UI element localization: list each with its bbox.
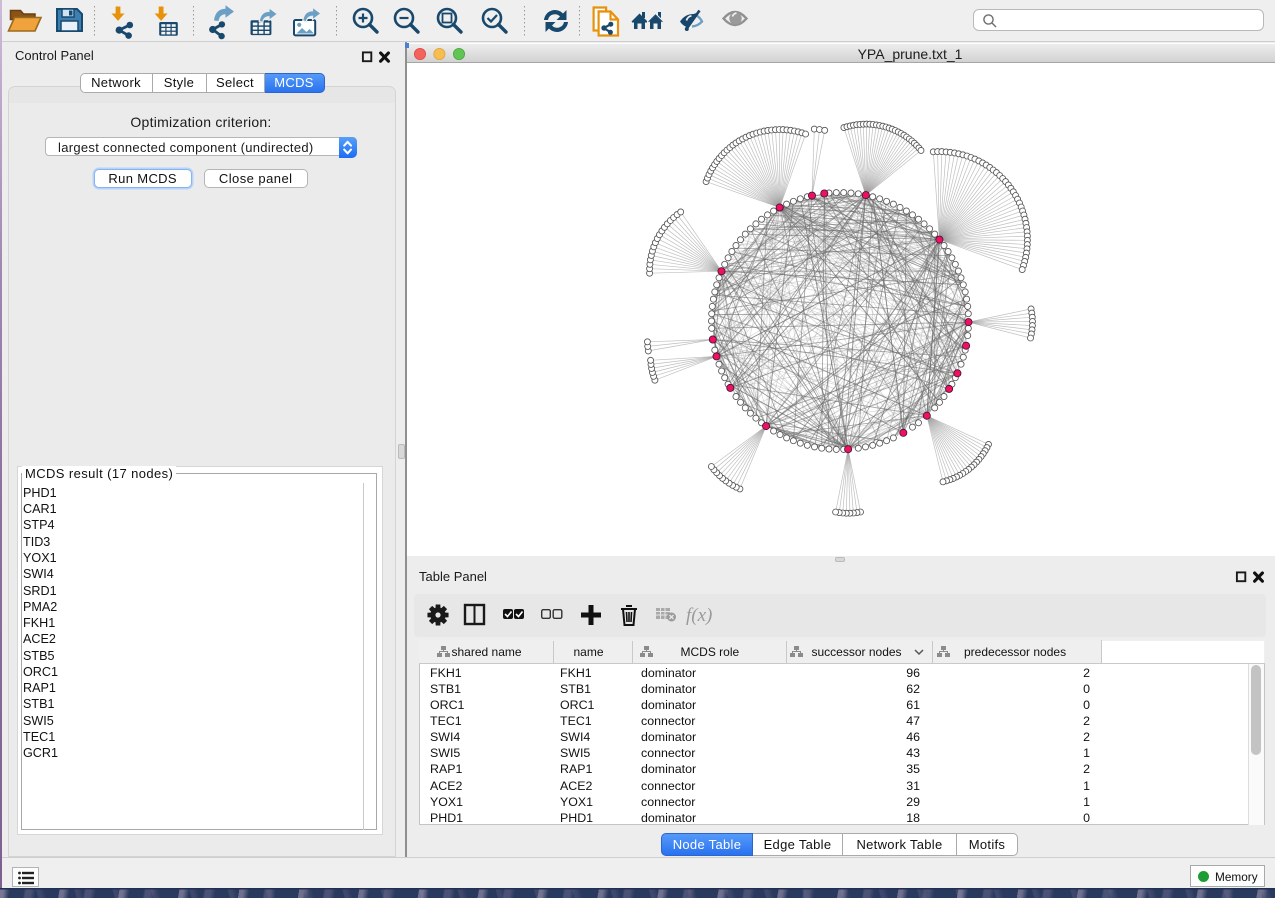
svg-text:f(x): f(x) — [686, 605, 712, 626]
